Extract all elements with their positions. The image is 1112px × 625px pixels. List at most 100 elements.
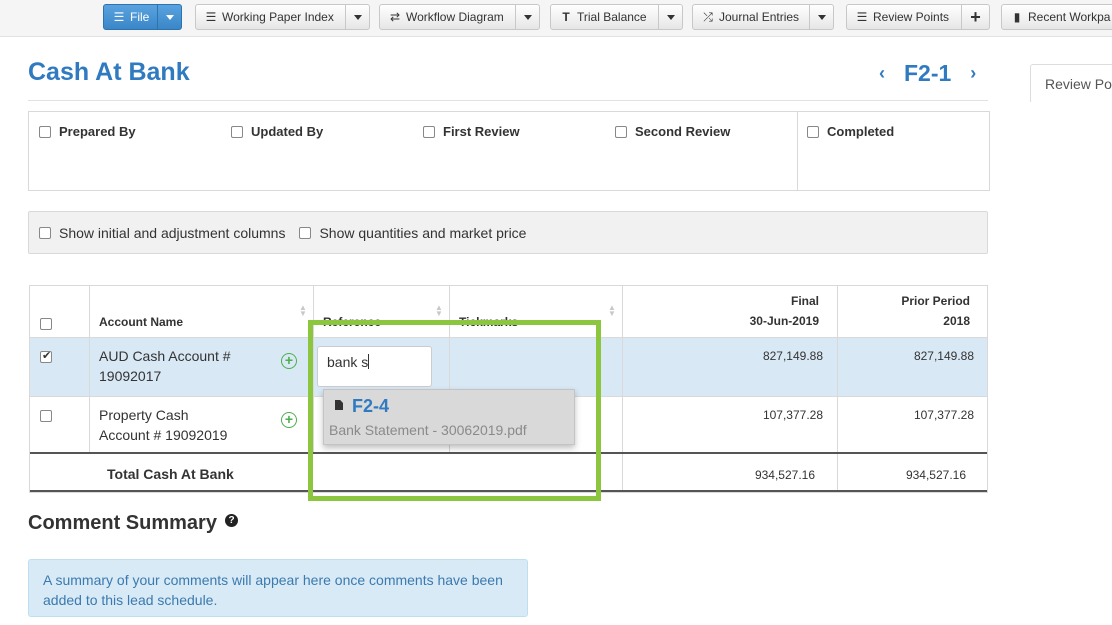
show-quantities-label: Show quantities and market price (319, 224, 527, 241)
trial-balance-dropdown-button[interactable] (659, 4, 683, 30)
caret-down-icon (353, 14, 362, 20)
add-review-point-button[interactable]: + (962, 4, 990, 30)
row-checkbox[interactable] (40, 410, 52, 422)
file-dropdown-button[interactable] (158, 4, 183, 30)
workflow-diagram-dropdown-button[interactable] (516, 4, 540, 30)
caret-down-icon (666, 14, 675, 20)
account-name-line1: AUD Cash Account # (99, 348, 231, 364)
prior-period-header-label: Prior Period (901, 294, 970, 308)
sort-icon[interactable]: ▲ ▼ (299, 304, 307, 318)
first-review-checkbox[interactable] (423, 125, 435, 138)
display-options: Show initial and adjustment columns Show… (28, 211, 988, 254)
file-button[interactable]: ☰ File (103, 4, 159, 30)
account-name[interactable]: AUD Cash Account # 19092017 (99, 346, 231, 386)
working-paper-index-button[interactable]: ☰ Working Paper Index (195, 4, 346, 30)
comment-summary-title: Comment Summary (28, 512, 217, 534)
list-icon: ☰ (856, 10, 868, 24)
final-header-date: 30-Jun-2019 (749, 314, 819, 328)
prior-period-value: 107,377.28 (913, 408, 974, 422)
trial-balance-button[interactable]: T Trial Balance (550, 4, 659, 30)
total-label: Total Cash At Bank (107, 466, 234, 482)
completed-label: Completed (827, 124, 895, 139)
show-initial-checkbox[interactable] (39, 226, 51, 239)
list-icon: ☰ (205, 10, 217, 24)
help-icon[interactable]: ? (225, 514, 238, 527)
chevron-right-icon[interactable]: › (963, 63, 983, 84)
show-initial-option[interactable]: Show initial and adjustment columns (39, 225, 285, 241)
signoff-panel: Prepared By Updated By First Review Seco… (28, 111, 990, 191)
prepared-by-checkbox[interactable] (39, 125, 51, 138)
first-review-signoff[interactable]: First Review (423, 124, 520, 139)
file-menu: ☰ File (103, 4, 183, 30)
review-points-tab[interactable]: Review Po (1030, 64, 1112, 102)
working-paper-index-label: Working Paper Index (222, 10, 334, 24)
show-initial-label: Show initial and adjustment columns (59, 224, 286, 241)
recent-workpapers-button[interactable]: ▮ Recent Workpa (1001, 4, 1112, 30)
prepared-by-signoff[interactable]: Prepared By (39, 124, 136, 139)
account-name-header[interactable]: Account Name (99, 315, 183, 329)
completed-signoff[interactable]: Completed (807, 124, 894, 139)
account-name-line1: Property Cash (99, 407, 189, 423)
updated-by-checkbox[interactable] (231, 125, 243, 138)
add-circle-icon[interactable]: + (281, 353, 297, 369)
second-review-signoff[interactable]: Second Review (615, 124, 730, 139)
file-label: File (130, 10, 150, 24)
caret-down-icon (817, 14, 826, 20)
show-quantities-checkbox[interactable] (299, 226, 312, 239)
journal-entries-button[interactable]: ⤮ Journal Entries (692, 4, 810, 30)
comment-summary-message: A summary of your comments will appear h… (28, 559, 528, 617)
prepared-by-label: Prepared By (59, 124, 136, 139)
retweet-icon: ⇄ (389, 10, 401, 24)
first-review-label: First Review (443, 124, 520, 139)
trial-balance-menu: T Trial Balance (550, 4, 683, 30)
workflow-diagram-label: Workflow Diagram (406, 10, 504, 24)
row-checkbox[interactable] (40, 349, 52, 363)
working-paper-index-dropdown-button[interactable] (346, 4, 370, 30)
signoff-divider (797, 112, 798, 190)
account-name-line2: Account # 19092019 (99, 427, 228, 443)
account-name[interactable]: Property Cash Account # 19092019 (99, 405, 227, 445)
account-name-line2: 19092017 (99, 368, 162, 384)
trial-balance-label: Trial Balance (577, 10, 647, 24)
show-quantities-option[interactable]: Show quantities and market price (299, 225, 526, 241)
review-points-label: Review Points (873, 10, 950, 24)
text-icon: T (562, 10, 570, 24)
journal-entries-label: Journal Entries (719, 10, 800, 24)
add-circle-icon[interactable]: + (281, 412, 297, 428)
current-reference: F2-1 (904, 60, 952, 86)
shuffle-icon: ⤮ (703, 9, 713, 24)
review-points-menu: ☰ Review Points + (846, 4, 990, 30)
journal-entries-menu: ⤮ Journal Entries (692, 4, 834, 30)
title-divider (28, 100, 988, 101)
chevron-left-icon[interactable]: ‹ (872, 63, 892, 84)
prior-period-header-year: 2018 (943, 314, 970, 328)
final-value: 107,377.28 (762, 408, 823, 422)
final-header-label: Final (790, 294, 819, 308)
updated-by-label: Updated By (251, 124, 324, 139)
caret-down-icon (523, 14, 532, 20)
recent-workpapers-label: Recent Workpa (1028, 10, 1111, 24)
toolbar: ☰ File ☰ Working Paper Index ⇄ Workflow … (0, 0, 1112, 37)
column-divider (89, 286, 90, 452)
select-all-checkbox[interactable] (40, 318, 52, 330)
working-paper-index-menu: ☰ Working Paper Index (195, 4, 370, 30)
list-icon: ☰ (113, 10, 125, 24)
journal-entries-dropdown-button[interactable] (810, 4, 834, 30)
total-final-value: 934,527.16 (754, 468, 815, 482)
workflow-diagram-button[interactable]: ⇄ Workflow Diagram (379, 4, 516, 30)
workflow-diagram-menu: ⇄ Workflow Diagram (379, 4, 540, 30)
plus-icon: + (970, 6, 981, 27)
column-divider (622, 286, 623, 492)
final-value: 827,149.88 (762, 349, 823, 363)
second-review-checkbox[interactable] (615, 125, 627, 138)
page-title: Cash At Bank (28, 58, 190, 86)
completed-checkbox[interactable] (807, 125, 819, 138)
sort-icon[interactable]: ▲ ▼ (608, 304, 616, 318)
reference-navigator: ‹ F2-1 › (872, 60, 983, 87)
sort-icon[interactable]: ▲ ▼ (435, 304, 443, 318)
column-divider (837, 286, 838, 492)
review-points-button[interactable]: ☰ Review Points (846, 4, 962, 30)
highlight-box (308, 320, 601, 501)
prior-period-value: 827,149.88 (913, 349, 974, 363)
updated-by-signoff[interactable]: Updated By (231, 124, 323, 139)
